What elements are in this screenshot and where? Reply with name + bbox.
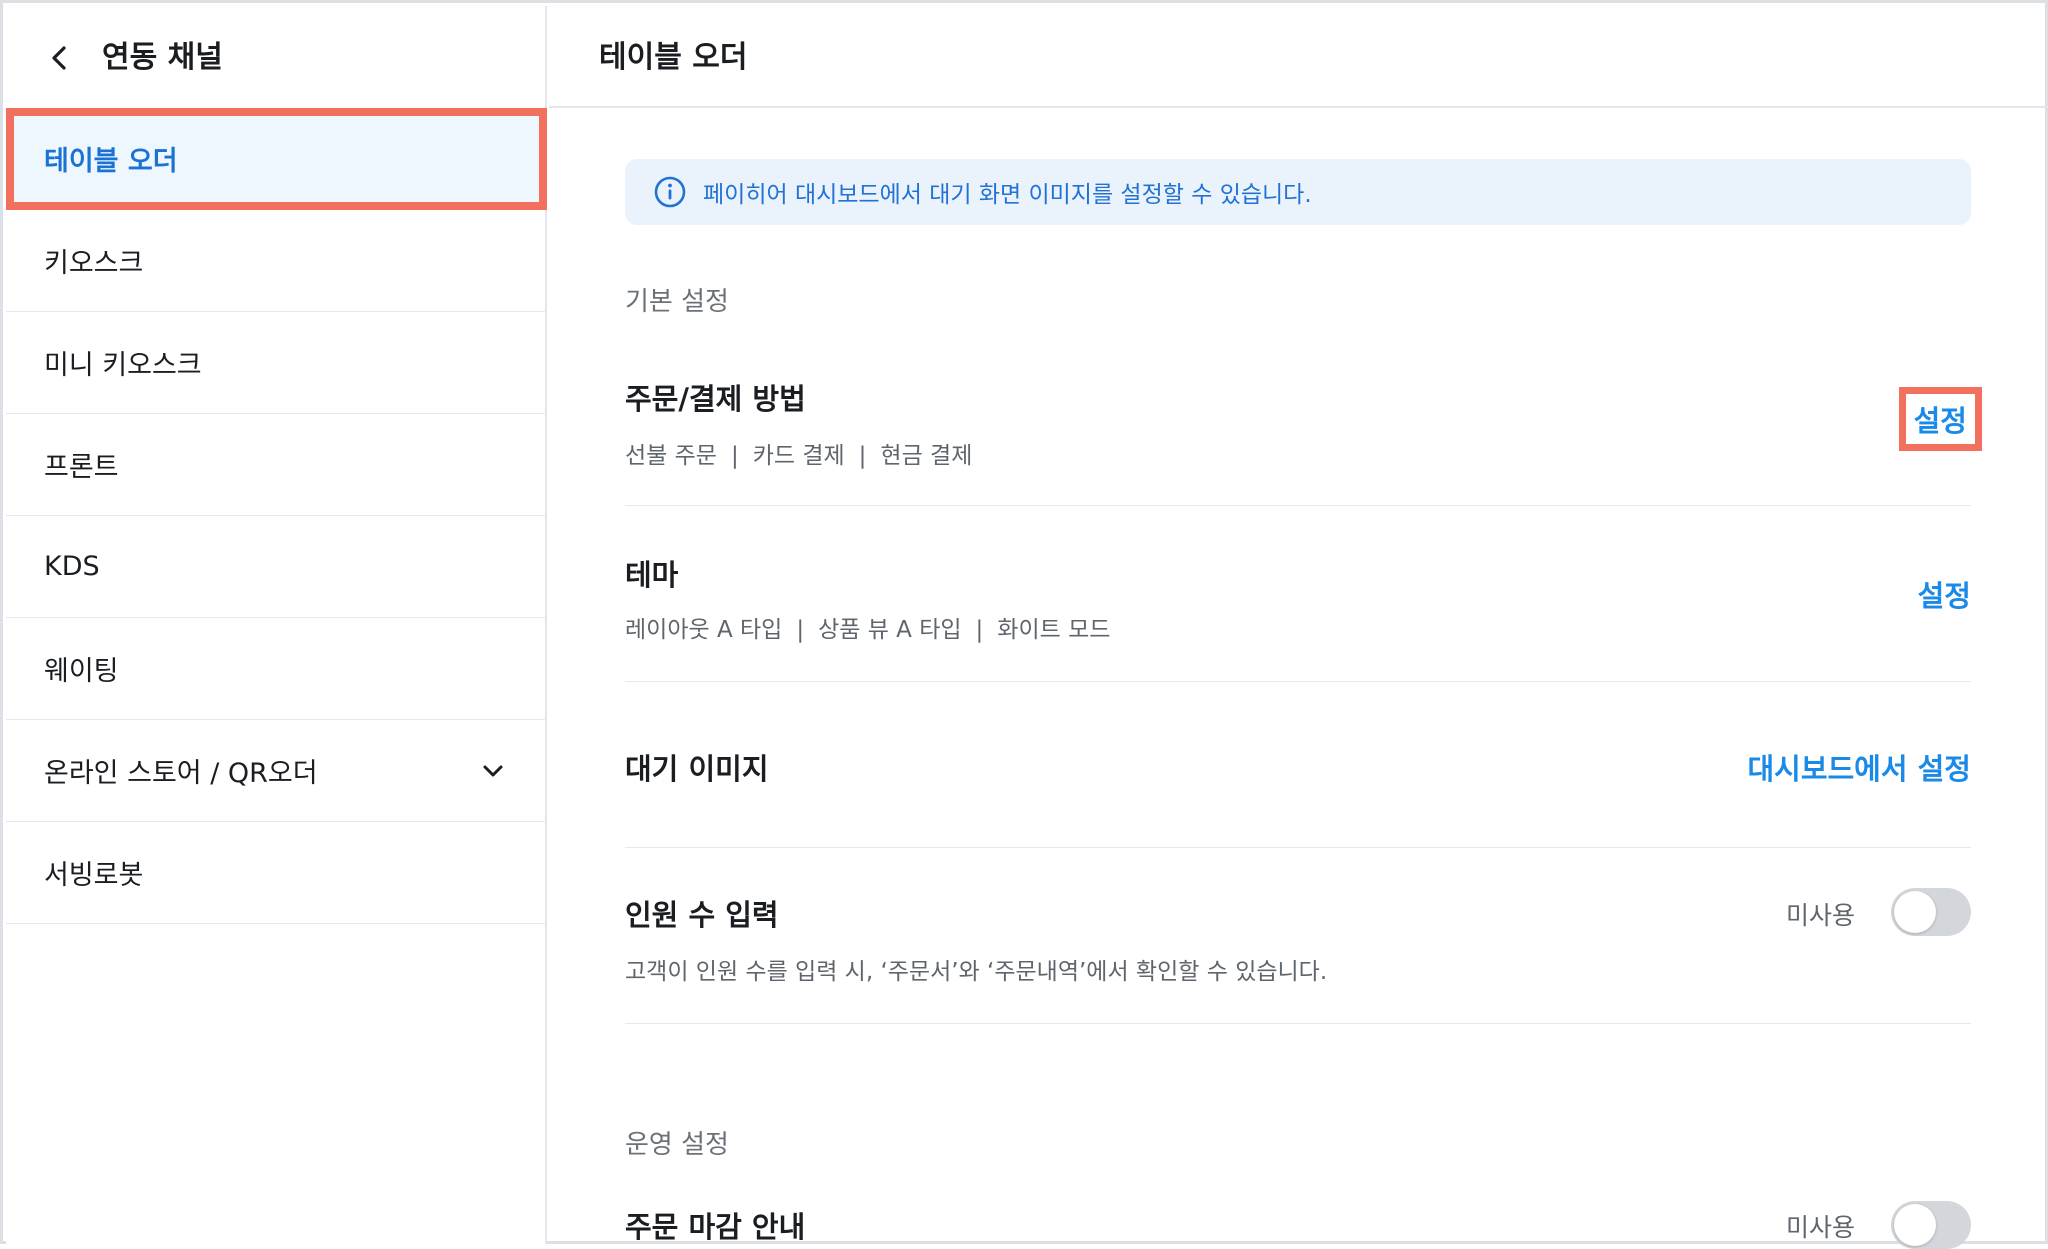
sidebar-item-serving-robot[interactable]: 서빙로봇 bbox=[6, 822, 547, 924]
info-banner-text: 페이히어 대시보드에서 대기 화면 이미지를 설정할 수 있습니다. bbox=[703, 182, 1312, 208]
toggle-knob bbox=[1894, 891, 1936, 933]
separator: | bbox=[730, 443, 739, 469]
sidebar: 연동 채널 테이블 오더 키오스크 미니 키오스크 프론트 KDS 웨이팅 온라… bbox=[6, 6, 547, 1244]
page-title: 테이블 오더 bbox=[599, 40, 748, 75]
toggle-knob bbox=[1894, 1204, 1936, 1246]
status-text: 미사용 bbox=[1785, 901, 1855, 930]
separator: | bbox=[796, 617, 805, 643]
main-panel: 테이블 오더 페이히어 대시보드에서 대기 화면 이미지를 설정할 수 있습니다… bbox=[549, 6, 2048, 1249]
setting-order-payment: 주문/결제 방법 선불 주문 | 카드 결제 | 현금 결제 설정 bbox=[625, 356, 1983, 506]
dashboard-settings-link[interactable]: 대시보드에서 설정 bbox=[1747, 746, 1971, 788]
option-label: 레이아웃 A 타입 bbox=[625, 617, 783, 643]
setting-title: 인원 수 입력 bbox=[625, 898, 779, 932]
order-payment-settings-button[interactable]: 설정 bbox=[1898, 387, 1983, 451]
channel-nav: 테이블 오더 키오스크 미니 키오스크 프론트 KDS 웨이팅 온라인 스토어 … bbox=[6, 108, 547, 924]
section-label-basic: 기본 설정 bbox=[625, 287, 729, 317]
setting-title: 테마 bbox=[625, 558, 679, 592]
option-label: 화이트 모드 bbox=[997, 617, 1111, 643]
option-label: 카드 결제 bbox=[752, 443, 845, 469]
sidebar-item-label: 서빙로봇 bbox=[44, 860, 144, 891]
sidebar-item-front[interactable]: 프론트 bbox=[6, 414, 547, 516]
option-label: 선불 주문 bbox=[625, 443, 717, 469]
setting-standby-image: 대기 이미지 대시보드에서 설정 bbox=[625, 682, 1971, 848]
status-text: 미사용 bbox=[1785, 1213, 1855, 1242]
headcount-toggle[interactable] bbox=[1891, 888, 1971, 936]
setting-order-close: 주문 마감 안내 미사용 bbox=[625, 1176, 1971, 1249]
sidebar-item-kds[interactable]: KDS bbox=[6, 516, 547, 618]
sidebar-title: 연동 채널 bbox=[102, 40, 223, 75]
sidebar-item-label: 프론트 bbox=[44, 452, 119, 483]
separator: | bbox=[858, 443, 867, 469]
theme-settings-button[interactable]: 설정 bbox=[1918, 573, 1971, 615]
separator: | bbox=[975, 617, 984, 643]
sidebar-item-label: 테이블 오더 bbox=[44, 146, 178, 177]
sidebar-item-mini-kiosk[interactable]: 미니 키오스크 bbox=[6, 312, 547, 414]
sidebar-item-label: 미니 키오스크 bbox=[44, 350, 202, 381]
setting-desc: 레이아웃 A 타입 | 상품 뷰 A 타입 | 화이트 모드 bbox=[625, 610, 1110, 644]
setting-desc: 고객이 인원 수를 입력 시, ‘주문서’와 ‘주문내역’에서 확인할 수 있습… bbox=[625, 959, 1328, 985]
setting-title: 주문 마감 안내 bbox=[625, 1210, 806, 1244]
sidebar-item-label: 온라인 스토어 / QR오더 bbox=[44, 758, 318, 789]
setting-headcount: 인원 수 입력 고객이 인원 수를 입력 시, ‘주문서’와 ‘주문내역’에서 … bbox=[625, 848, 1971, 1024]
setting-theme: 테마 레이아웃 A 타입 | 상품 뷰 A 타입 | 화이트 모드 설정 bbox=[625, 506, 1971, 682]
section-label-operation: 운영 설정 bbox=[625, 1130, 729, 1160]
info-icon bbox=[654, 176, 686, 208]
chevron-down-icon[interactable] bbox=[479, 757, 507, 785]
sidebar-item-kiosk[interactable]: 키오스크 bbox=[6, 210, 547, 312]
sidebar-item-label: KDS bbox=[44, 551, 100, 582]
sidebar-item-label: 웨이팅 bbox=[44, 656, 119, 687]
setting-title: 대기 이미지 bbox=[625, 752, 769, 786]
app-frame: 연동 채널 테이블 오더 키오스크 미니 키오스크 프론트 KDS 웨이팅 온라… bbox=[0, 0, 2048, 1249]
option-label: 상품 뷰 A 타입 bbox=[818, 617, 962, 643]
option-label: 현금 결제 bbox=[880, 443, 973, 469]
info-banner: 페이히어 대시보드에서 대기 화면 이미지를 설정할 수 있습니다. bbox=[625, 159, 1971, 225]
setting-desc: 선불 주문 | 카드 결제 | 현금 결제 bbox=[625, 436, 972, 470]
sidebar-item-waiting[interactable]: 웨이팅 bbox=[6, 618, 547, 720]
chevron-left-icon bbox=[52, 46, 66, 70]
setting-title: 주문/결제 방법 bbox=[625, 382, 806, 416]
sidebar-item-table-order[interactable]: 테이블 오더 bbox=[6, 108, 547, 210]
main-header: 테이블 오더 bbox=[549, 6, 2048, 108]
order-close-toggle[interactable] bbox=[1891, 1201, 1971, 1249]
back-button[interactable] bbox=[42, 40, 78, 76]
sidebar-item-label: 키오스크 bbox=[44, 248, 144, 279]
sidebar-item-online-store[interactable]: 온라인 스토어 / QR오더 bbox=[6, 720, 547, 822]
sidebar-header: 연동 채널 bbox=[6, 6, 547, 108]
